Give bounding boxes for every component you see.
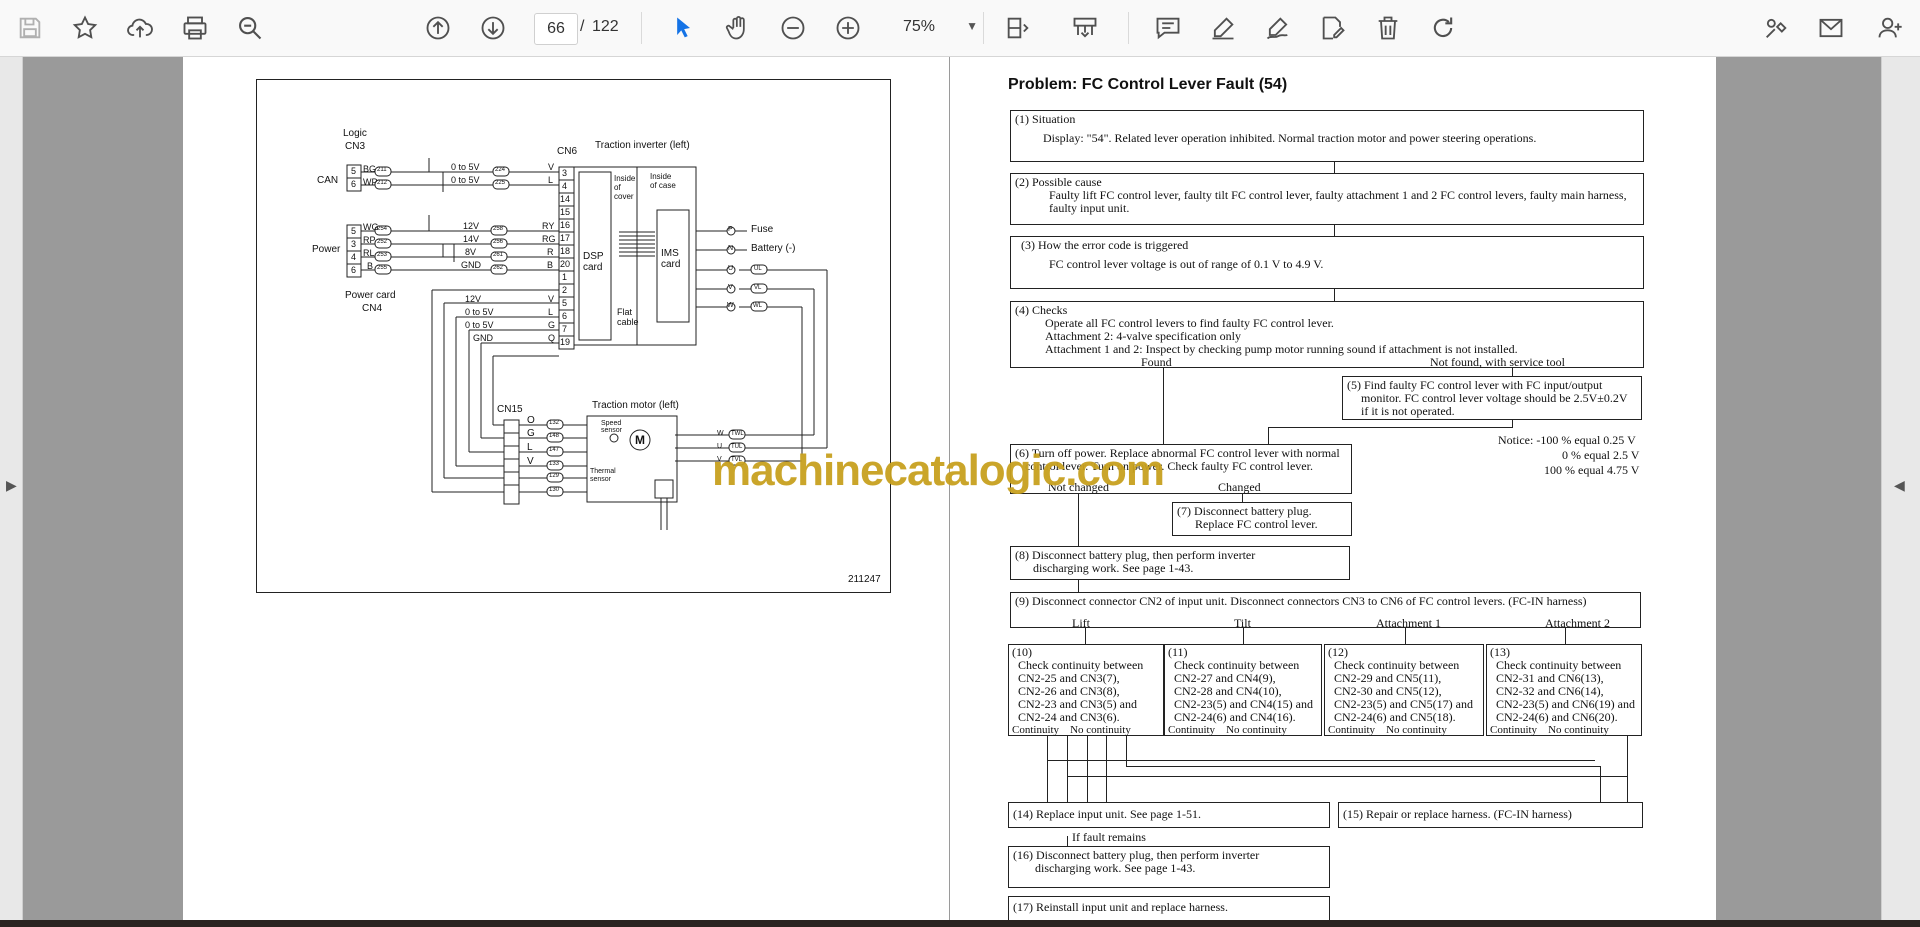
flow-box-11: (11) Check continuity between CN2-27 and… [1164,644,1322,736]
flow-box-5: (5) Find faulty FC control lever with FC… [1342,376,1642,420]
print-icon[interactable] [177,10,213,46]
flow-box-17: (17) Reinstall input unit and replace ha… [1008,896,1330,922]
cn4-label: CN4 [362,303,383,314]
flow-box-2: (2) Possible cause Faulty lift FC contro… [1010,173,1644,225]
box1-head: (1) Situation [1015,112,1076,126]
figure-number: 211247 [848,574,881,585]
can-label: CAN [317,175,339,186]
inside-case-label: Inside of case [650,172,676,190]
if-fault-remains-label: If fault remains [1072,830,1146,844]
wiring-diagram: Logic CN3 CAN Power Power card CN4 CN6 T… [256,79,891,593]
notice-line-1: Notice: -100 % equal 0.25 V [1498,433,1636,447]
notice-line-3: 100 % equal 4.75 V [1544,463,1640,477]
select-pointer-icon[interactable] [665,10,701,46]
zoom-value: 75% [903,18,936,35]
box3-body: FC control lever voltage is out of range… [1049,257,1324,271]
attachment1-label: Attachment 1 [1376,616,1441,630]
watermark-text: machinecatalogic.com [712,446,1165,495]
pdf-toolbar: / 122 75% ▼ [0,0,1920,57]
highlight-pen-icon[interactable] [1205,10,1241,46]
expand-right-icon[interactable]: ◀ [1894,477,1905,494]
zoom-search-icon[interactable] [232,10,268,46]
fit-page-icon[interactable] [1000,10,1036,46]
comment-icon[interactable] [1150,10,1186,46]
flat-cable-label: Flat cable [617,307,639,327]
zoom-out-icon[interactable] [775,10,811,46]
fuse-label: Fuse [751,224,774,235]
flow-box-10: (10) Check continuity between CN2-25 and… [1008,644,1164,736]
battery-label: Battery (-) [751,243,796,254]
lift-label: Lift [1072,616,1090,630]
power-card-label: Power card [345,290,396,301]
page-title: Problem: FC Control Lever Fault (54) [1008,76,1288,93]
cn15-label: CN15 [497,404,523,415]
speed-sensor-label: Speed sensor [601,420,623,434]
box9-text: (9) Disconnect connector CN2 of input un… [1015,594,1587,608]
found-label: Found [1141,355,1172,369]
scan-icon[interactable] [1067,10,1103,46]
upload-cloud-icon[interactable] [122,10,158,46]
expand-left-icon[interactable]: ▶ [6,477,17,494]
bottom-taskbar-edge [0,920,1920,927]
traction-motor-label: Traction motor (left) [592,400,679,411]
left-panel-rail[interactable]: ▶ [0,57,23,920]
chevron-down-icon: ▼ [966,19,978,33]
page-up-icon[interactable] [420,10,456,46]
zoom-in-icon[interactable] [830,10,866,46]
add-user-icon[interactable] [1872,10,1908,46]
cn6-label: CN6 [557,146,578,157]
box3-head: (3) How the error code is triggered [1021,238,1189,252]
page-separator: / [580,18,585,35]
ims-card-label: IMS card [661,248,681,270]
motor-symbol: M [635,433,645,447]
thermal-sensor-label: Thermal sensor [590,468,616,483]
logic-label: Logic [343,128,367,139]
flow-box-16: (16) Disconnect battery plug, then perfo… [1008,846,1330,888]
box1-body: Display: "54". Related lever operation i… [1043,131,1537,145]
dsp-card-label: DSP card [583,251,604,273]
mail-icon[interactable] [1813,10,1849,46]
box7-line2: Replace FC control lever. [1195,517,1318,531]
attachment2-label: Attachment 2 [1545,616,1610,630]
box8-line2: discharging work. See page 1-43. [1033,561,1194,575]
cn3-label: CN3 [345,141,366,152]
power-label: Power [312,244,341,255]
flow-box-14: (14) Replace input unit. See page 1-51. [1008,802,1330,828]
redo-icon[interactable] [1425,10,1461,46]
flow-box-7: (7) Disconnect battery plug. Replace FC … [1172,502,1352,536]
flow-box-1: (1) Situation Display: "54". Related lev… [1010,110,1644,162]
flow-box-12: (12) Check continuity between CN2-29 and… [1324,644,1484,736]
delete-icon[interactable] [1370,10,1406,46]
changed-label: Changed [1218,480,1261,494]
not-found-label: Not found, with service tool [1430,355,1565,369]
edit-icon[interactable] [1315,10,1351,46]
sign-icon[interactable] [1260,10,1296,46]
flow-box-8: (8) Disconnect battery plug, then perfor… [1010,546,1350,580]
box2-body2: faulty input unit. [1049,201,1130,215]
tilt-label: Tilt [1234,616,1251,630]
flow-box-3: (3) How the error code is triggered FC c… [1010,236,1644,289]
inside-cover-label: Inside of cover [614,174,636,201]
box5-line3: if it is not operated. [1361,404,1455,418]
hand-pan-icon[interactable] [720,10,756,46]
notice-line-2: 0 % equal 2.5 V [1562,448,1640,462]
right-panel-rail[interactable]: ◀ [1881,57,1920,920]
page-total: 122 [592,18,619,35]
bookmark-star-icon[interactable] [67,10,103,46]
flow-box-15: (15) Repair or replace harness. (FC-IN h… [1338,802,1643,828]
tools-icon[interactable] [1758,10,1794,46]
page-down-icon[interactable] [475,10,511,46]
flow-box-13: (13) Check continuity between CN2-31 and… [1486,644,1642,736]
save-icon[interactable] [12,10,48,46]
traction-inverter-label: Traction inverter (left) [595,140,690,151]
page-number-input[interactable] [534,13,578,45]
zoom-select[interactable]: 75% ▼ [888,13,978,41]
